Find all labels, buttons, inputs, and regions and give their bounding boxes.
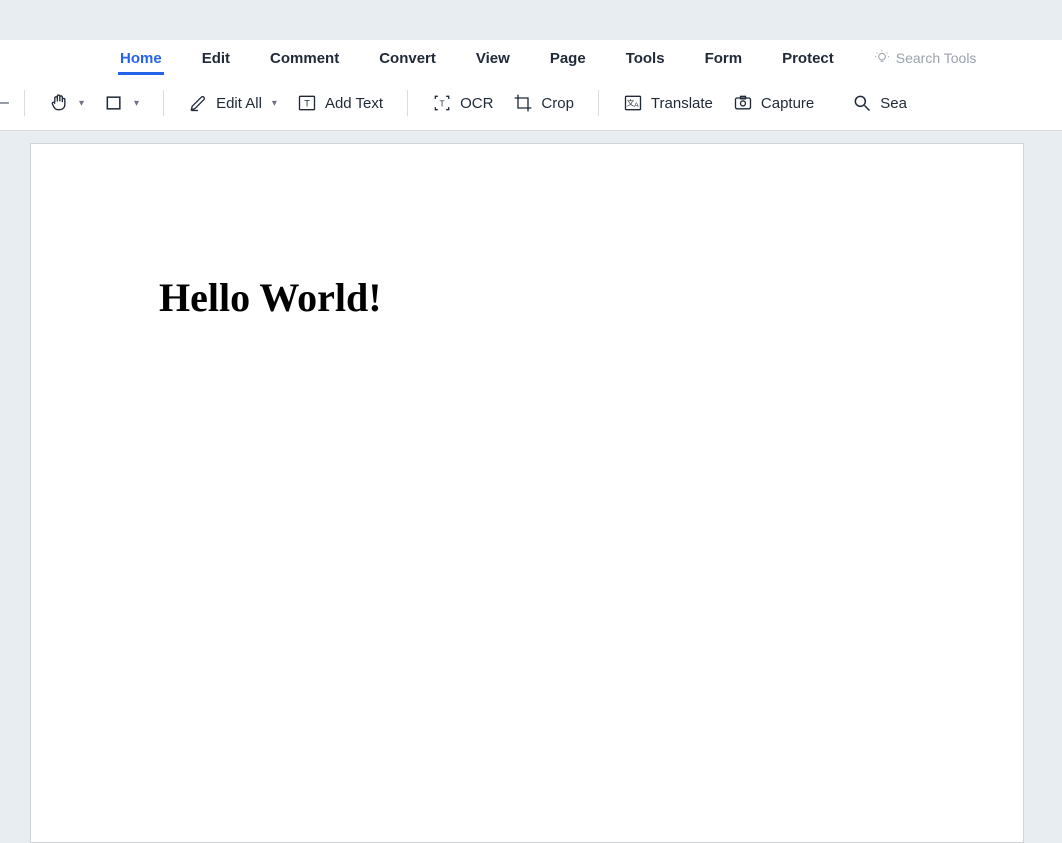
separator <box>407 90 408 116</box>
crop-label: Crop <box>541 95 574 112</box>
rectangle-icon <box>104 93 124 113</box>
search-icon <box>852 93 872 113</box>
tab-protect[interactable]: Protect <box>762 44 854 73</box>
tab-page[interactable]: Page <box>530 44 606 73</box>
tab-convert[interactable]: Convert <box>359 44 456 73</box>
pencil-icon <box>188 93 208 113</box>
search-button[interactable]: Sea <box>842 87 917 119</box>
search-label: Sea <box>880 95 907 112</box>
search-tools-label: Search Tools <box>896 50 977 66</box>
crop-button[interactable]: Crop <box>503 87 584 119</box>
crop-icon <box>513 93 533 113</box>
tab-strip: Home Edit Comment Convert View Page Tool… <box>0 40 1062 76</box>
add-text-label: Add Text <box>325 95 383 112</box>
tab-tools[interactable]: Tools <box>606 44 685 73</box>
chevron-down-icon: ▾ <box>79 98 84 109</box>
edit-all-button[interactable]: Edit All ▾ <box>178 87 287 119</box>
textbox-icon: T <box>297 93 317 113</box>
tab-edit[interactable]: Edit <box>182 44 250 73</box>
toolbar-leading-fragment: – <box>0 94 10 112</box>
tab-home[interactable]: Home <box>100 44 182 73</box>
capture-label: Capture <box>761 95 814 112</box>
document-content: Hello World! <box>159 274 895 321</box>
tab-comment[interactable]: Comment <box>250 44 359 73</box>
capture-button[interactable]: Capture <box>723 87 824 119</box>
separator <box>163 90 164 116</box>
toolbar: – ▾ ▾ Edit All ▾ T <box>0 76 1062 130</box>
ocr-icon: T <box>432 93 452 113</box>
translate-label: Translate <box>651 95 713 112</box>
svg-text:T: T <box>440 98 445 108</box>
hand-tool-button[interactable]: ▾ <box>39 87 94 119</box>
chevron-down-icon: ▾ <box>272 98 277 109</box>
document-page[interactable]: Hello World! <box>30 143 1024 843</box>
svg-text:T: T <box>304 98 310 108</box>
select-tool-button[interactable]: ▾ <box>94 87 149 119</box>
translate-button[interactable]: 文 A Translate <box>613 87 723 119</box>
search-tools[interactable]: Search Tools <box>874 50 977 66</box>
ocr-label: OCR <box>460 95 493 112</box>
svg-text:A: A <box>634 102 639 109</box>
tab-form[interactable]: Form <box>685 44 763 73</box>
translate-icon: 文 A <box>623 93 643 113</box>
chevron-down-icon: ▾ <box>134 98 139 109</box>
ribbon: Home Edit Comment Convert View Page Tool… <box>0 40 1062 131</box>
ocr-button[interactable]: T OCR <box>422 87 503 119</box>
tab-view[interactable]: View <box>456 44 530 73</box>
separator <box>598 90 599 116</box>
document-canvas: Hello World! <box>0 131 1062 843</box>
add-text-button[interactable]: T Add Text <box>287 87 393 119</box>
titlebar-spacer <box>0 0 1062 40</box>
edit-all-label: Edit All <box>216 95 262 112</box>
lightbulb-icon <box>874 50 890 66</box>
hand-icon <box>49 93 69 113</box>
separator <box>24 90 25 116</box>
camera-icon <box>733 93 753 113</box>
